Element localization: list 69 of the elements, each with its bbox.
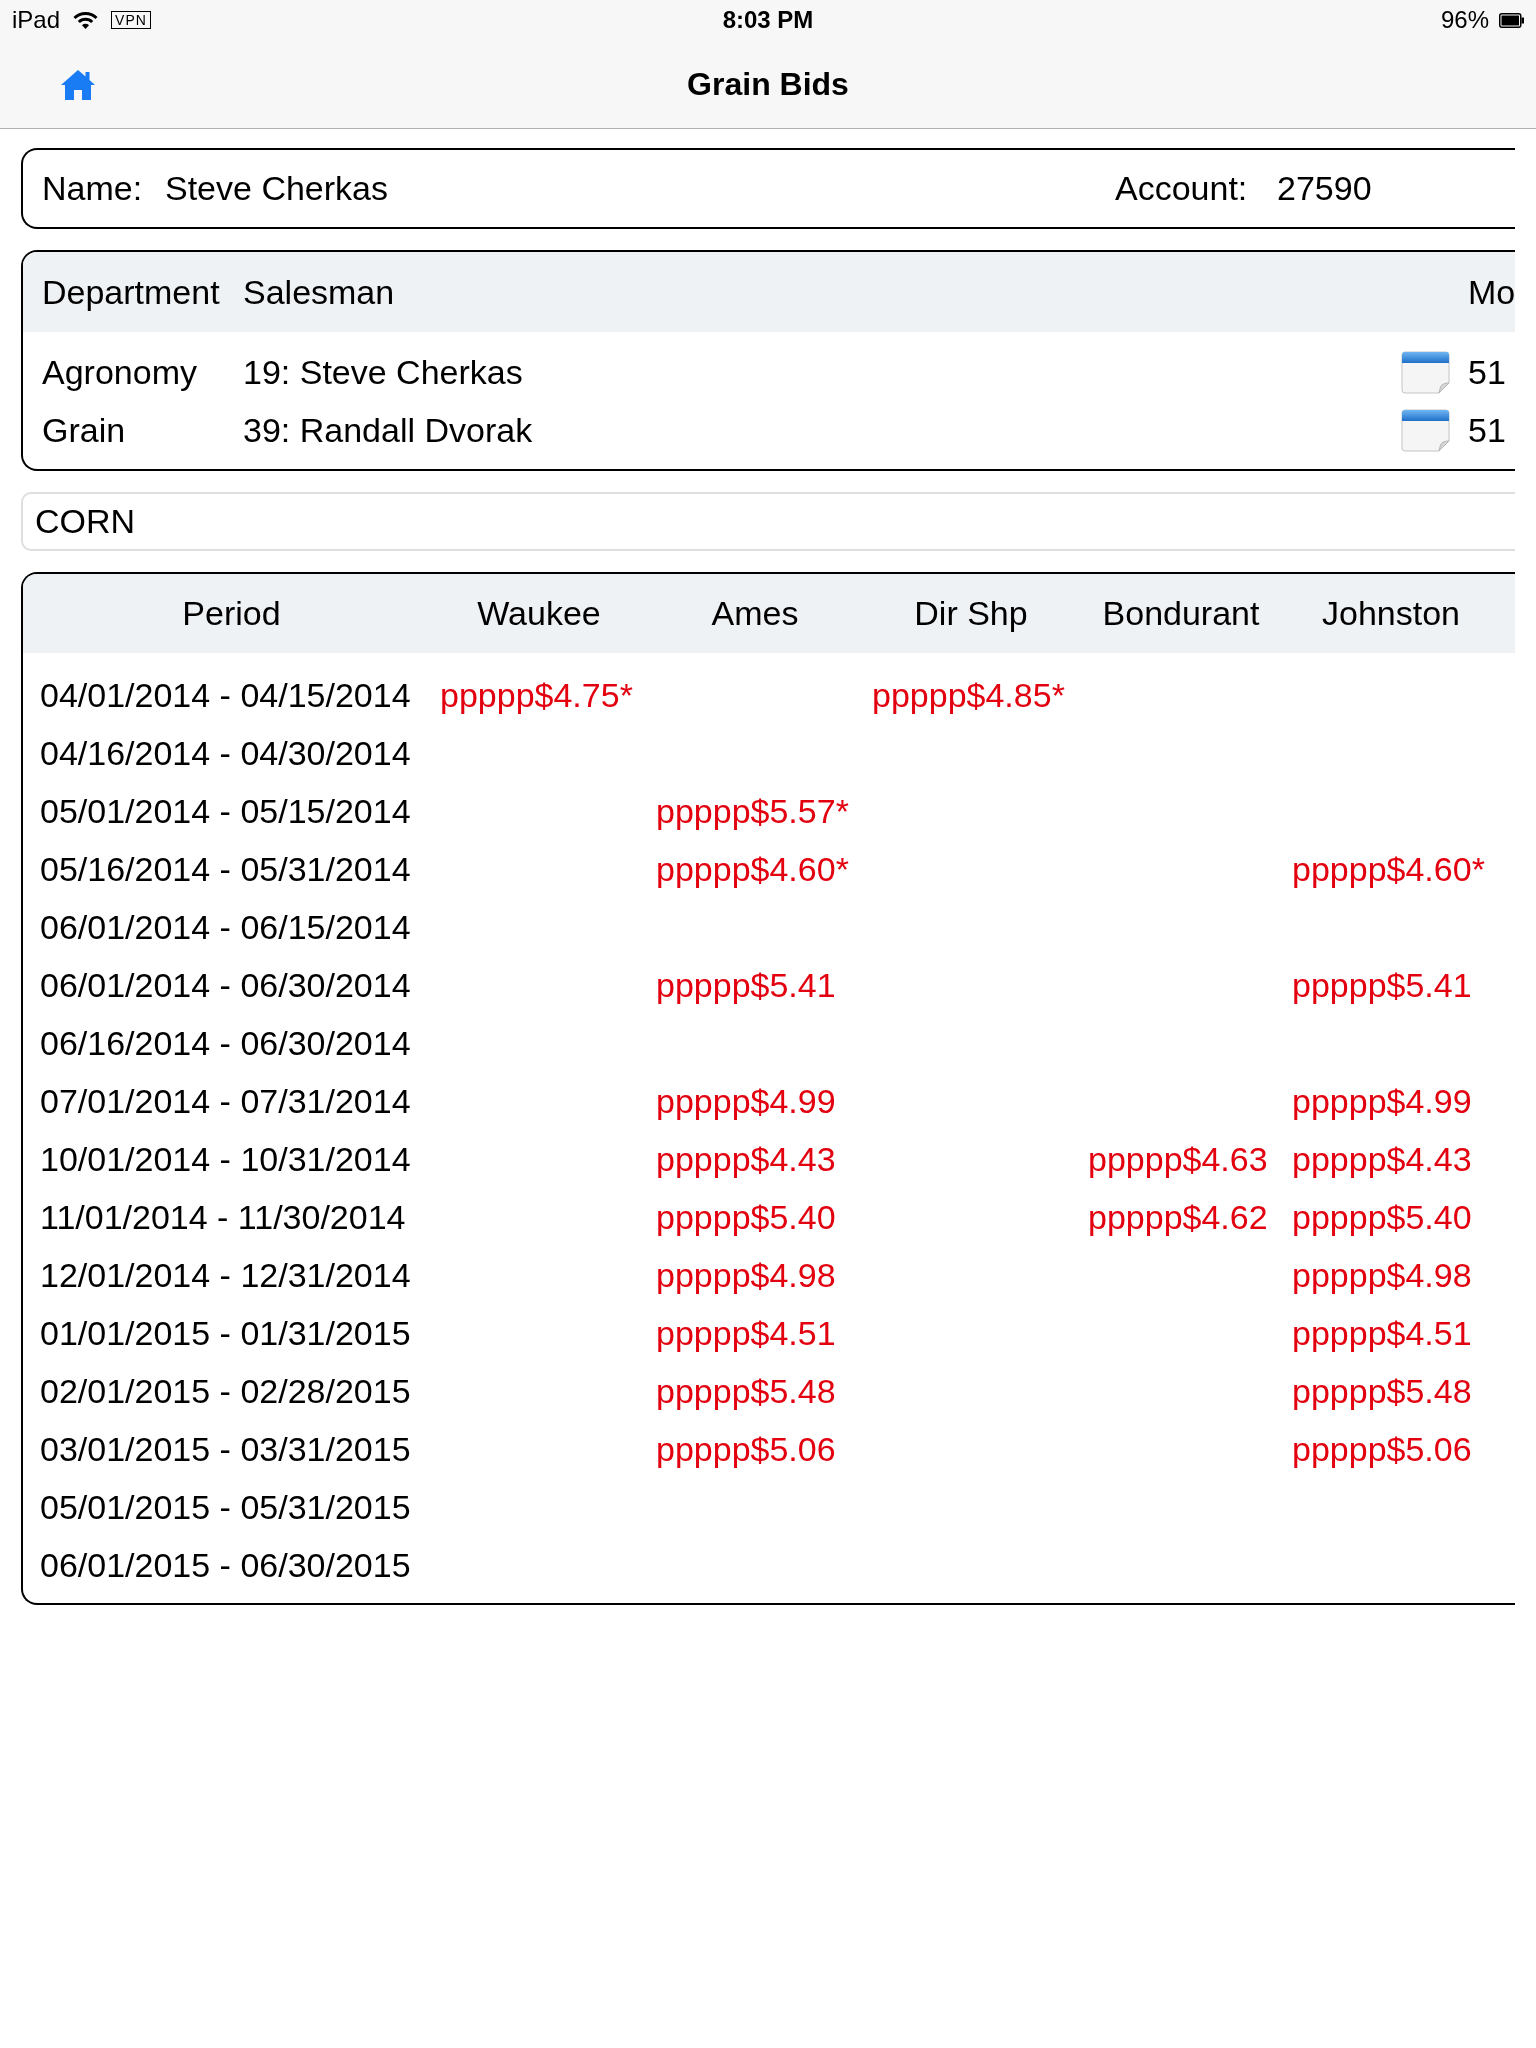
department-name: Agronomy: [42, 352, 197, 391]
battery-percent: 96%: [1440, 8, 1489, 32]
column-header: Period: [182, 593, 281, 634]
bid-price: ppppp$4.51: [656, 1313, 836, 1352]
bid-price: ppppp$5.48: [1292, 1371, 1472, 1410]
bid-price: ppppp$4.51: [1292, 1313, 1472, 1352]
account-label: Account:: [1115, 169, 1248, 208]
customer-name: Steve Cherkas: [165, 169, 388, 208]
column-header: Dir Shp: [914, 593, 1028, 634]
department-name: Grain: [42, 410, 126, 449]
period-label: 03/01/2015 - 03/31/2015: [40, 1429, 411, 1468]
period-label: 05/16/2014 - 05/31/2014: [40, 849, 411, 888]
column-header: Ames: [711, 593, 799, 634]
bid-price: ppppp$5.40: [656, 1197, 836, 1236]
column-value: 51: [1468, 410, 1506, 449]
bid-price: ppppp$5.41: [656, 965, 836, 1004]
period-label: 06/01/2015 - 06/30/2015: [40, 1545, 411, 1584]
period-label: 04/01/2014 - 04/15/2014: [40, 675, 411, 714]
column-header: Waukee: [477, 593, 601, 634]
home-icon[interactable]: [60, 68, 96, 100]
period-label: 07/01/2014 - 07/31/2014: [40, 1081, 411, 1120]
calendar-icon[interactable]: [1401, 350, 1450, 394]
name-label: Name:: [42, 169, 143, 208]
device-name: iPad: [12, 8, 61, 32]
column-header: Mo: [1468, 272, 1515, 311]
period-label: 06/01/2014 - 06/15/2014: [40, 907, 411, 946]
column-header: Johnston: [1322, 593, 1460, 634]
bid-price: ppppp$4.63: [1088, 1139, 1268, 1178]
bid-price: ppppp$4.99: [656, 1081, 836, 1120]
calendar-icon[interactable]: [1401, 408, 1450, 452]
bid-price: ppppp$4.62: [1088, 1197, 1268, 1236]
vpn-indicator: VPN: [111, 11, 151, 29]
bid-price: ppppp$4.43: [1292, 1139, 1472, 1178]
commodity-field[interactable]: CORN: [21, 492, 1515, 551]
period-label: 05/01/2015 - 05/31/2015: [40, 1487, 411, 1526]
period-label: 10/01/2014 - 10/31/2014: [40, 1139, 411, 1178]
bid-price: ppppp$4.60*: [1292, 849, 1485, 888]
bid-price: ppppp$4.98: [1292, 1255, 1472, 1294]
clock-time: 8:03 PM: [722, 8, 814, 32]
battery-icon: [1499, 12, 1524, 28]
bid-price: ppppp$5.40: [1292, 1197, 1472, 1236]
period-label: 11/01/2014 - 11/30/2014: [40, 1197, 406, 1236]
column-header: Department: [42, 272, 220, 311]
wifi-icon: [73, 11, 99, 29]
bid-price: ppppp$4.85*: [872, 675, 1065, 714]
salesman-name: 39: Randall Dvorak: [243, 410, 533, 449]
column-header: Bondurant: [1102, 593, 1260, 634]
bid-price: ppppp$4.98: [656, 1255, 836, 1294]
period-label: 06/16/2014 - 06/30/2014: [40, 1023, 411, 1062]
bid-price: ppppp$5.41: [1292, 965, 1472, 1004]
bid-price: ppppp$5.06: [1292, 1429, 1472, 1468]
period-label: 04/16/2014 - 04/30/2014: [40, 733, 411, 772]
account-number: 27590: [1277, 168, 1372, 209]
bid-price: ppppp$4.43: [656, 1139, 836, 1178]
column-value: 51: [1468, 352, 1506, 391]
period-label: 05/01/2014 - 05/15/2014: [40, 791, 411, 830]
nav-title: Grain Bids: [687, 68, 849, 100]
bid-price: ppppp$5.48: [656, 1371, 836, 1410]
bid-price: ppppp$4.75*: [440, 675, 633, 714]
bid-price: ppppp$5.06: [656, 1429, 836, 1468]
period-label: 06/01/2014 - 06/30/2014: [40, 965, 411, 1004]
bid-price: ppppp$4.99: [1292, 1081, 1472, 1120]
column-header: Salesman: [243, 272, 395, 311]
period-label: 02/01/2015 - 02/28/2015: [40, 1371, 411, 1410]
bid-price: ppppp$4.60*: [656, 849, 849, 888]
bid-price: ppppp$5.57*: [656, 791, 849, 830]
salesman-name: 19: Steve Cherkas: [243, 352, 523, 391]
period-label: 12/01/2014 - 12/31/2014: [40, 1255, 411, 1294]
period-label: 01/01/2015 - 01/31/2015: [40, 1313, 411, 1352]
